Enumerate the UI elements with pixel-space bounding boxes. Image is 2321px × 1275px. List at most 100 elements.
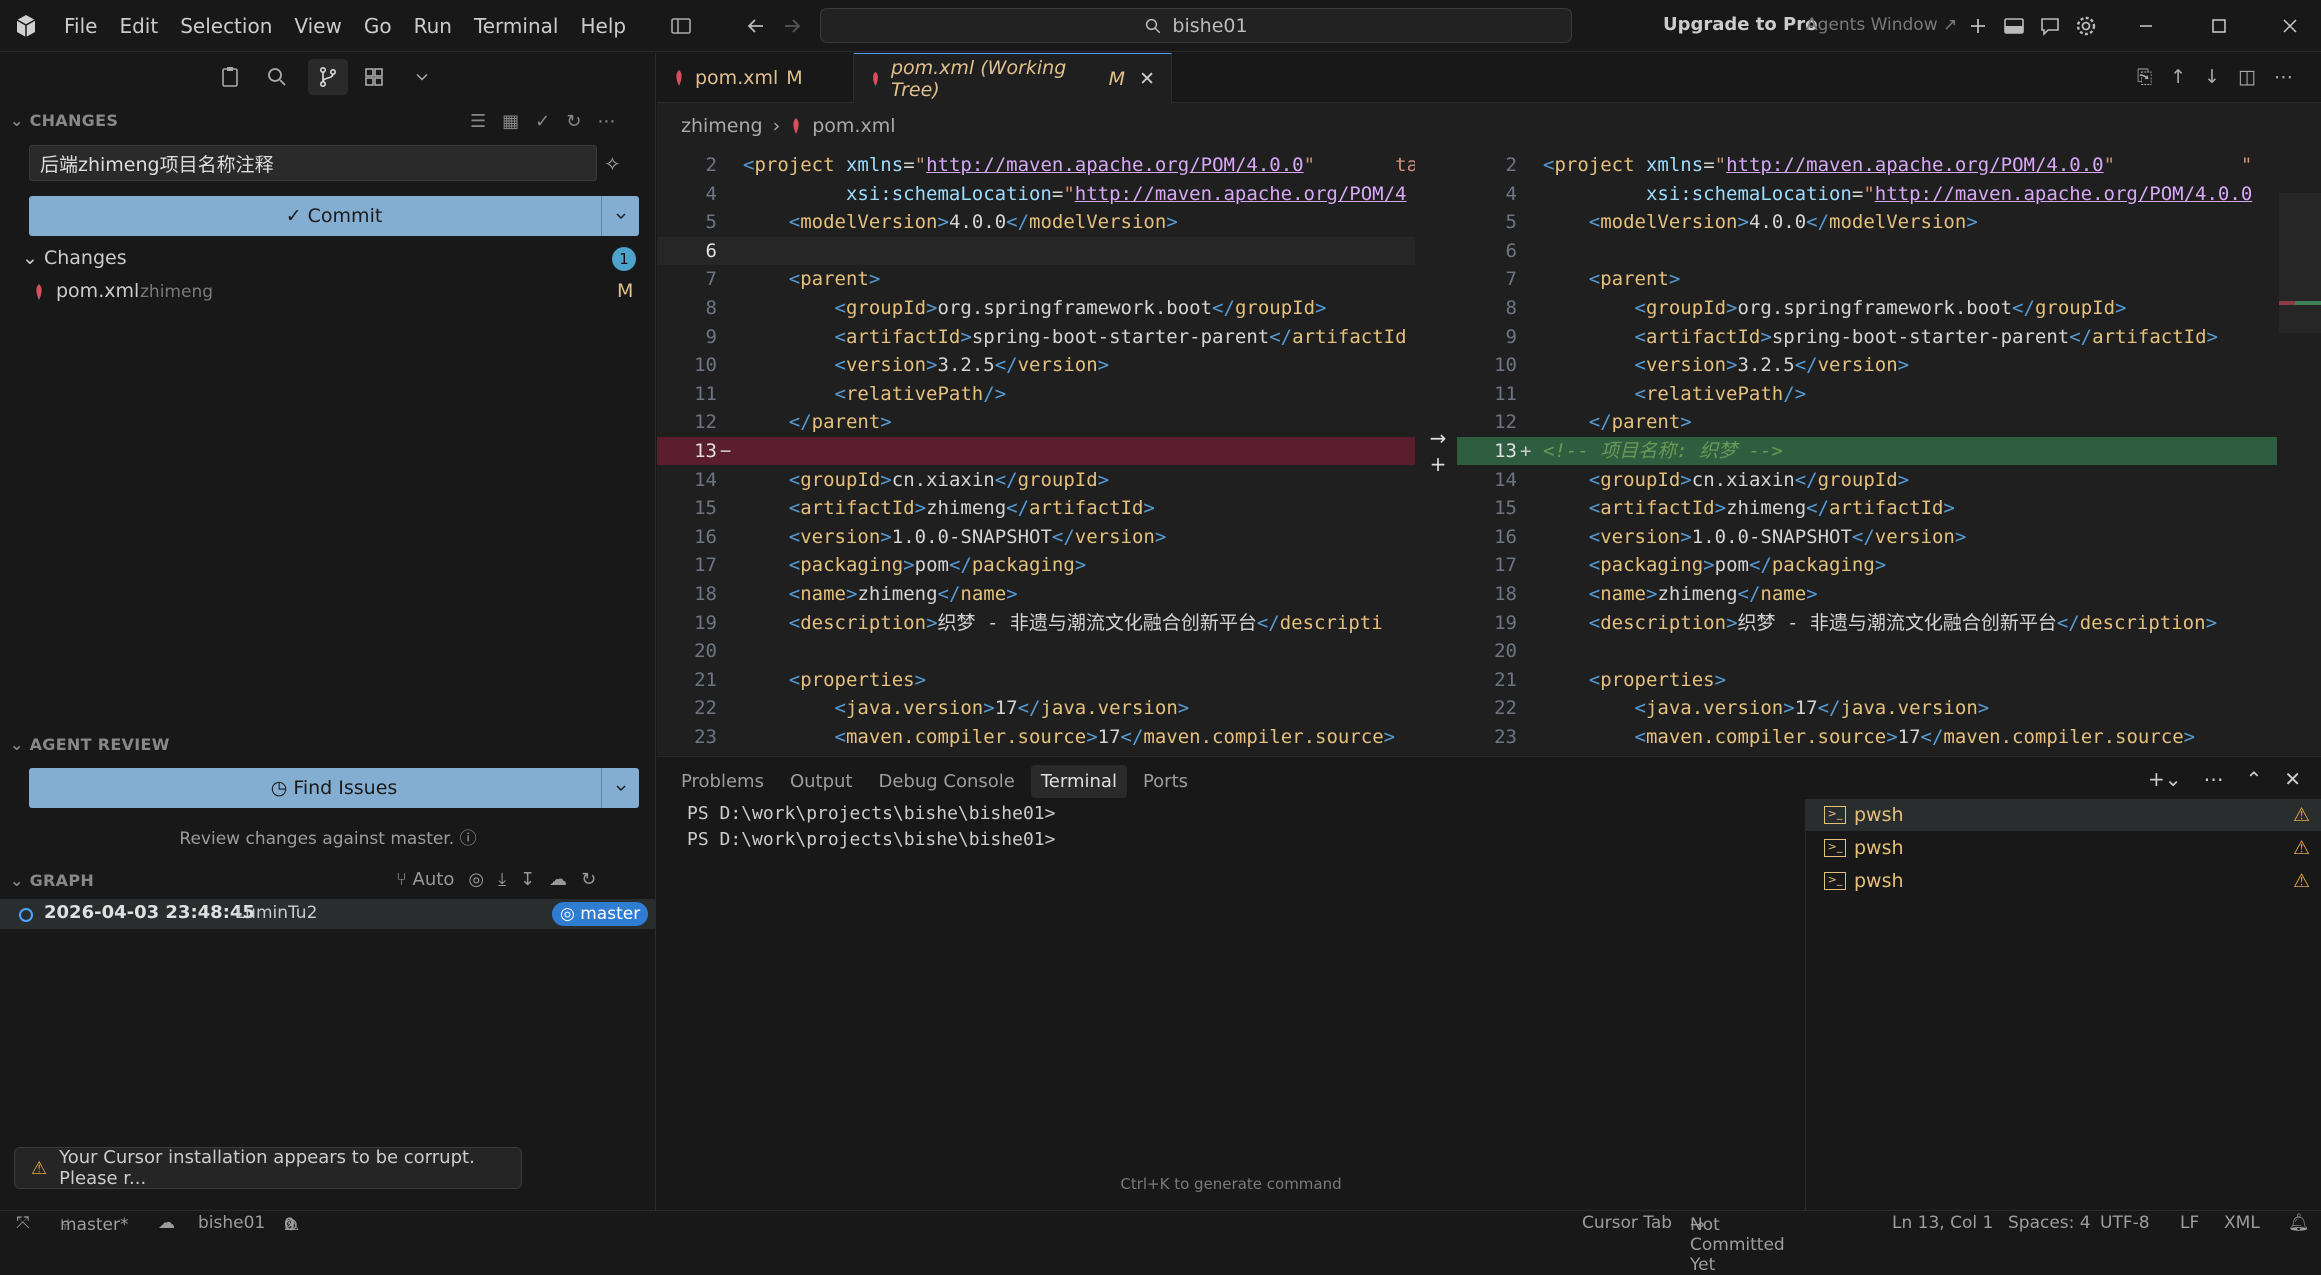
menu-item-file[interactable]: File [53, 14, 108, 38]
tab-pom-xml[interactable]: pom.xml M [657, 53, 854, 103]
tree-view-icon[interactable]: ▦ [502, 111, 519, 132]
stage-plus-icon[interactable]: + [1423, 451, 1453, 477]
commit-button[interactable]: ✓ Commit [29, 196, 639, 236]
tab-ports[interactable]: Ports [1133, 765, 1198, 798]
line-number: 13 [1494, 440, 1517, 462]
extensions-icon[interactable] [362, 65, 386, 89]
line-ending[interactable]: LF [2180, 1213, 2199, 1233]
next-change-icon[interactable]: ↓ [2204, 66, 2220, 88]
cursor-position[interactable]: Ln 13, Col 1 [1892, 1213, 1993, 1233]
open-file-icon[interactable]: ⎘ [2137, 66, 2152, 88]
commit-dropdown[interactable] [601, 196, 639, 236]
code-line: 11 <relativePath/> [657, 380, 1415, 408]
sync-cloud-icon[interactable]: ☁ [158, 1213, 175, 1233]
line-number: 12 [694, 411, 717, 434]
code-line: 14 <groupId>cn.xiaxin</groupId> [1457, 466, 2277, 494]
menu-item-selection[interactable]: Selection [169, 14, 283, 38]
cursor-tab-status[interactable]: Cursor Tab [1582, 1213, 1672, 1233]
diff-modified-pane[interactable]: 2 <project xmlns="http://maven.apache.org… [1457, 151, 2277, 755]
menu-item-help[interactable]: Help [569, 14, 637, 38]
menu-item-terminal[interactable]: Terminal [463, 14, 570, 38]
previous-change-icon[interactable]: ↑ [2170, 66, 2186, 88]
chat-icon[interactable] [2038, 14, 2062, 38]
forward-arrow-icon[interactable] [780, 14, 804, 38]
breadcrumb-file[interactable]: pom.xml [812, 115, 895, 137]
upgrade-to-pro-link[interactable]: Upgrade to Pro [1663, 14, 1817, 35]
commit-message-input[interactable]: 后端zhimeng项目名称注释 [29, 145, 597, 181]
tab-terminal[interactable]: Terminal [1030, 765, 1127, 798]
target-icon[interactable]: ◎ [468, 869, 484, 890]
search-view-icon[interactable] [265, 65, 289, 89]
find-issues-dropdown[interactable] [601, 768, 639, 808]
source-control-tab[interactable] [308, 59, 348, 95]
breadcrumb-folder[interactable]: zhimeng [681, 115, 763, 137]
tab-pom-xml-working-tree[interactable]: pom.xml (Working Tree) M ✕ [854, 53, 1172, 104]
layout-panel-icon[interactable] [2002, 14, 2026, 38]
more-actions-icon[interactable]: ⋯ [597, 111, 615, 132]
terminal-output[interactable]: PS D:\work\projects\bishe\bishe01> PS D:… [687, 801, 1055, 853]
revert-arrow-icon[interactable]: → [1423, 425, 1453, 451]
overview-ruler[interactable] [2279, 193, 2321, 333]
refresh-icon[interactable]: ↻ [581, 869, 596, 890]
tab-output[interactable]: Output [780, 765, 863, 798]
generate-message-sparkle-icon[interactable]: ✧ [604, 152, 621, 176]
close-tab-icon[interactable]: ✕ [1139, 68, 1155, 90]
more-actions-icon[interactable]: ⋯ [2274, 66, 2293, 88]
encoding[interactable]: UTF-8 [2100, 1213, 2150, 1233]
changes-section-header[interactable]: ⌄ CHANGES [10, 111, 118, 130]
menu-item-go[interactable]: Go [353, 14, 403, 38]
close-panel-icon[interactable]: ✕ [2284, 767, 2301, 791]
command-search-box[interactable]: bishe01 [820, 8, 1572, 43]
list-view-icon[interactable]: ☰ [470, 111, 486, 132]
remote-icon[interactable]: ⤧ [16, 1213, 30, 1233]
code-line: 20 [1457, 637, 2277, 665]
menu-item-view[interactable]: View [283, 14, 352, 38]
warning-icon: ⚠ [31, 1157, 48, 1179]
clipboard-icon[interactable] [218, 65, 242, 89]
code-text: <modelVersion>4.0.0</modelVersion> [1588, 211, 1978, 234]
commit-check-icon[interactable]: ✓ [535, 111, 550, 132]
toggle-sidebar-icon[interactable] [669, 14, 693, 38]
plus-icon[interactable] [1966, 14, 1990, 38]
refresh-icon[interactable]: ↻ [566, 111, 581, 132]
project-name[interactable]: bishe01 [198, 1213, 265, 1233]
maximize-panel-icon[interactable]: ⌃ [2245, 767, 2262, 791]
maximize-icon[interactable] [2207, 14, 2231, 38]
graph-auto-toggle[interactable]: ⑂ Auto [396, 869, 454, 890]
notifications-bell-icon[interactable]: 🔔︎ [2288, 1213, 2310, 1233]
corrupt-install-notification[interactable]: ⚠ Your Cursor installation appears to be… [14, 1147, 522, 1189]
agents-window-link[interactable]: Agents Window ↗ [1806, 15, 1957, 35]
fetch-icon[interactable]: ⤓ [498, 869, 506, 890]
settings-gear-icon[interactable] [2074, 14, 2098, 38]
changes-group[interactable]: ⌄ Changes [22, 247, 127, 269]
agent-review-section-header[interactable]: ⌄ AGENT REVIEW [10, 735, 170, 754]
graph-commit-row[interactable]: 2026-04-03 23:48:45 LuminTu2 ◎ master [0, 899, 656, 929]
terminal-item[interactable]: >_ pwsh ⚠ [1806, 832, 2321, 864]
changed-file-item[interactable]: pom.xml zhimeng M [0, 277, 656, 307]
tab-debug-console[interactable]: Debug Console [869, 765, 1025, 798]
chevron-down-icon[interactable] [412, 67, 432, 87]
line-number: 9 [705, 325, 717, 348]
minimize-icon[interactable] [2134, 14, 2158, 38]
more-actions-icon[interactable]: ⋯ [2203, 767, 2223, 791]
pull-icon[interactable]: ↧ [520, 869, 535, 890]
new-terminal-plus-icon[interactable]: +⌄ [2148, 767, 2182, 791]
back-arrow-icon[interactable] [744, 14, 768, 38]
graph-section-header[interactable]: ⌄ GRAPH [10, 871, 94, 890]
split-editor-icon[interactable]: ◫ [2238, 66, 2256, 88]
push-icon[interactable]: ☁ [549, 869, 567, 890]
line-number: 4 [705, 182, 717, 205]
language-mode[interactable]: XML [2224, 1213, 2260, 1233]
line-number: 2 [705, 154, 717, 176]
line-number: 12 [1494, 411, 1517, 434]
menu-item-run[interactable]: Run [403, 14, 463, 38]
menu-item-edit[interactable]: Edit [108, 14, 169, 38]
terminal-item[interactable]: >_ pwsh ⚠ [1806, 865, 2321, 897]
tab-problems[interactable]: Problems [671, 765, 774, 798]
indentation[interactable]: Spaces: 4 [2008, 1213, 2091, 1233]
close-window-icon[interactable] [2278, 14, 2302, 38]
find-issues-button[interactable]: ◷ Find Issues [29, 768, 639, 808]
diff-original-pane[interactable]: 2 <project xmlns="http://maven.apache.org… [657, 151, 1415, 755]
terminal-item[interactable]: >_ pwsh ⚠ [1806, 799, 2321, 831]
help-icon[interactable]: ⓘ [460, 829, 477, 849]
